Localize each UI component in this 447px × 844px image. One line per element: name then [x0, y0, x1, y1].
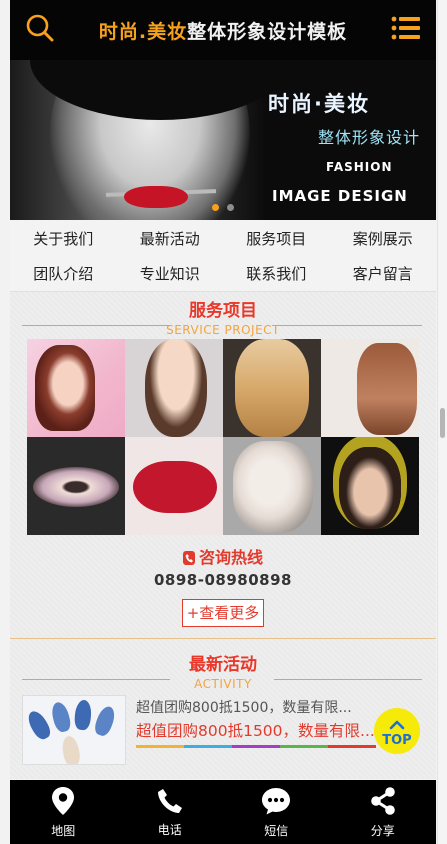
- hotline-block: 咨询热线 0898-08980898 +查看更多: [10, 547, 436, 627]
- nav-item-news[interactable]: 最新活动: [117, 228, 224, 250]
- service-image-tile[interactable]: [27, 339, 125, 437]
- chevron-up-icon: [389, 715, 405, 734]
- service-image-tile[interactable]: [125, 339, 223, 437]
- activity-heading: 最新活动 ACTIVITY: [10, 649, 436, 693]
- view-more-button[interactable]: +查看更多: [181, 599, 265, 627]
- site-title-accent: 时尚.美妆: [98, 20, 188, 43]
- footer-phone-label: 电话: [157, 823, 182, 837]
- service-image-tile[interactable]: [223, 339, 321, 437]
- footer-map-label: 地图: [51, 824, 76, 838]
- back-to-top-button[interactable]: TOP: [374, 708, 420, 754]
- site-title-rest: 整体形象设计模板: [187, 20, 348, 43]
- hotline-number[interactable]: 0898-08980898: [10, 569, 436, 591]
- page-scrollbar-thumb[interactable]: [440, 408, 445, 438]
- heading-line-right: [274, 679, 422, 680]
- nav-item-messages[interactable]: 客户留言: [330, 263, 437, 285]
- activity-color-bar: [136, 745, 376, 748]
- footer-phone-button[interactable]: 电话: [117, 780, 224, 844]
- hotline-label: 咨询热线: [198, 548, 263, 567]
- share-icon: [368, 786, 398, 820]
- nav-item-team[interactable]: 团队介绍: [10, 263, 117, 285]
- footer-sms-button[interactable]: 短信: [223, 780, 330, 844]
- search-icon: [25, 13, 55, 47]
- nav-item-contact[interactable]: 联系我们: [223, 263, 330, 285]
- message-icon: [260, 786, 292, 820]
- nav-item-knowledge[interactable]: 专业知识: [117, 263, 224, 285]
- banner-subheadline: 整体形象设计: [318, 128, 421, 147]
- footer-sms-label: 短信: [264, 824, 289, 838]
- nav-item-about[interactable]: 关于我们: [10, 228, 117, 250]
- service-image-tile[interactable]: [321, 339, 419, 437]
- phone-icon: [182, 551, 195, 565]
- footer-share-button[interactable]: 分享: [330, 780, 437, 844]
- nav-item-services[interactable]: 服务项目: [223, 228, 330, 250]
- heading-line-right: [274, 325, 422, 326]
- service-image-tile[interactable]: [321, 437, 419, 535]
- activity-title: 最新活动: [189, 655, 257, 675]
- banner-fashion-text: FASHION: [326, 160, 393, 174]
- mobile-page: 时尚.美妆整体形象设计模板 时尚·美妆 整体形象设计 FASHION IMAGE…: [0, 0, 447, 844]
- menu-icon: [391, 15, 421, 45]
- banner-headline: 时尚·美妆: [268, 92, 370, 116]
- search-button[interactable]: [10, 0, 70, 60]
- service-image-tile[interactable]: [223, 437, 321, 535]
- activity-section: 最新活动 ACTIVITY 超值团购800抵1500，数量有限... 超值团购8…: [10, 639, 436, 779]
- back-to-top-label: TOP: [382, 732, 412, 748]
- banner-dot[interactable]: [227, 204, 234, 211]
- service-image-tile[interactable]: [27, 437, 125, 535]
- activity-thumbnail[interactable]: [22, 695, 126, 765]
- footer-share-label: 分享: [370, 824, 395, 838]
- main-nav: 关于我们 最新活动 服务项目 案例展示 团队介绍 专业知识 联系我们 客户留言: [10, 220, 436, 292]
- services-gallery: [27, 339, 436, 535]
- site-title: 时尚.美妆整体形象设计模板: [70, 17, 376, 44]
- map-pin-icon: [50, 786, 76, 820]
- menu-button[interactable]: [376, 0, 436, 60]
- footer-map-button[interactable]: 地图: [10, 780, 117, 844]
- page-scrollbar[interactable]: [437, 0, 447, 844]
- services-title: 服务项目: [189, 301, 257, 321]
- heading-line-left: [22, 325, 170, 326]
- activity-item[interactable]: 超值团购800抵1500，数量有限... 超值团购800抵1500，数量有限..…: [10, 695, 436, 765]
- banner-pagination: [10, 204, 436, 211]
- header: 时尚.美妆整体形象设计模板: [10, 0, 436, 60]
- page-content: 时尚.美妆整体形象设计模板 时尚·美妆 整体形象设计 FASHION IMAGE…: [10, 0, 436, 779]
- services-section: 服务项目 SERVICE PROJECT 咨询热线 0898-08980898 …: [10, 292, 436, 639]
- service-image-tile[interactable]: [125, 437, 223, 535]
- banner-dot[interactable]: [212, 204, 219, 211]
- phone-icon: [156, 787, 184, 819]
- bottom-toolbar: 地图 电话 短信 分享: [10, 780, 436, 844]
- nav-item-cases[interactable]: 案例展示: [330, 228, 437, 250]
- hotline-label-row: 咨询热线: [182, 547, 263, 569]
- banner-slider[interactable]: 时尚·美妆 整体形象设计 FASHION IMAGE DESIGN: [10, 60, 436, 220]
- services-heading: 服务项目 SERVICE PROJECT: [10, 295, 436, 339]
- heading-line-left: [22, 679, 170, 680]
- banner-image-design-text: IMAGE DESIGN: [272, 187, 408, 205]
